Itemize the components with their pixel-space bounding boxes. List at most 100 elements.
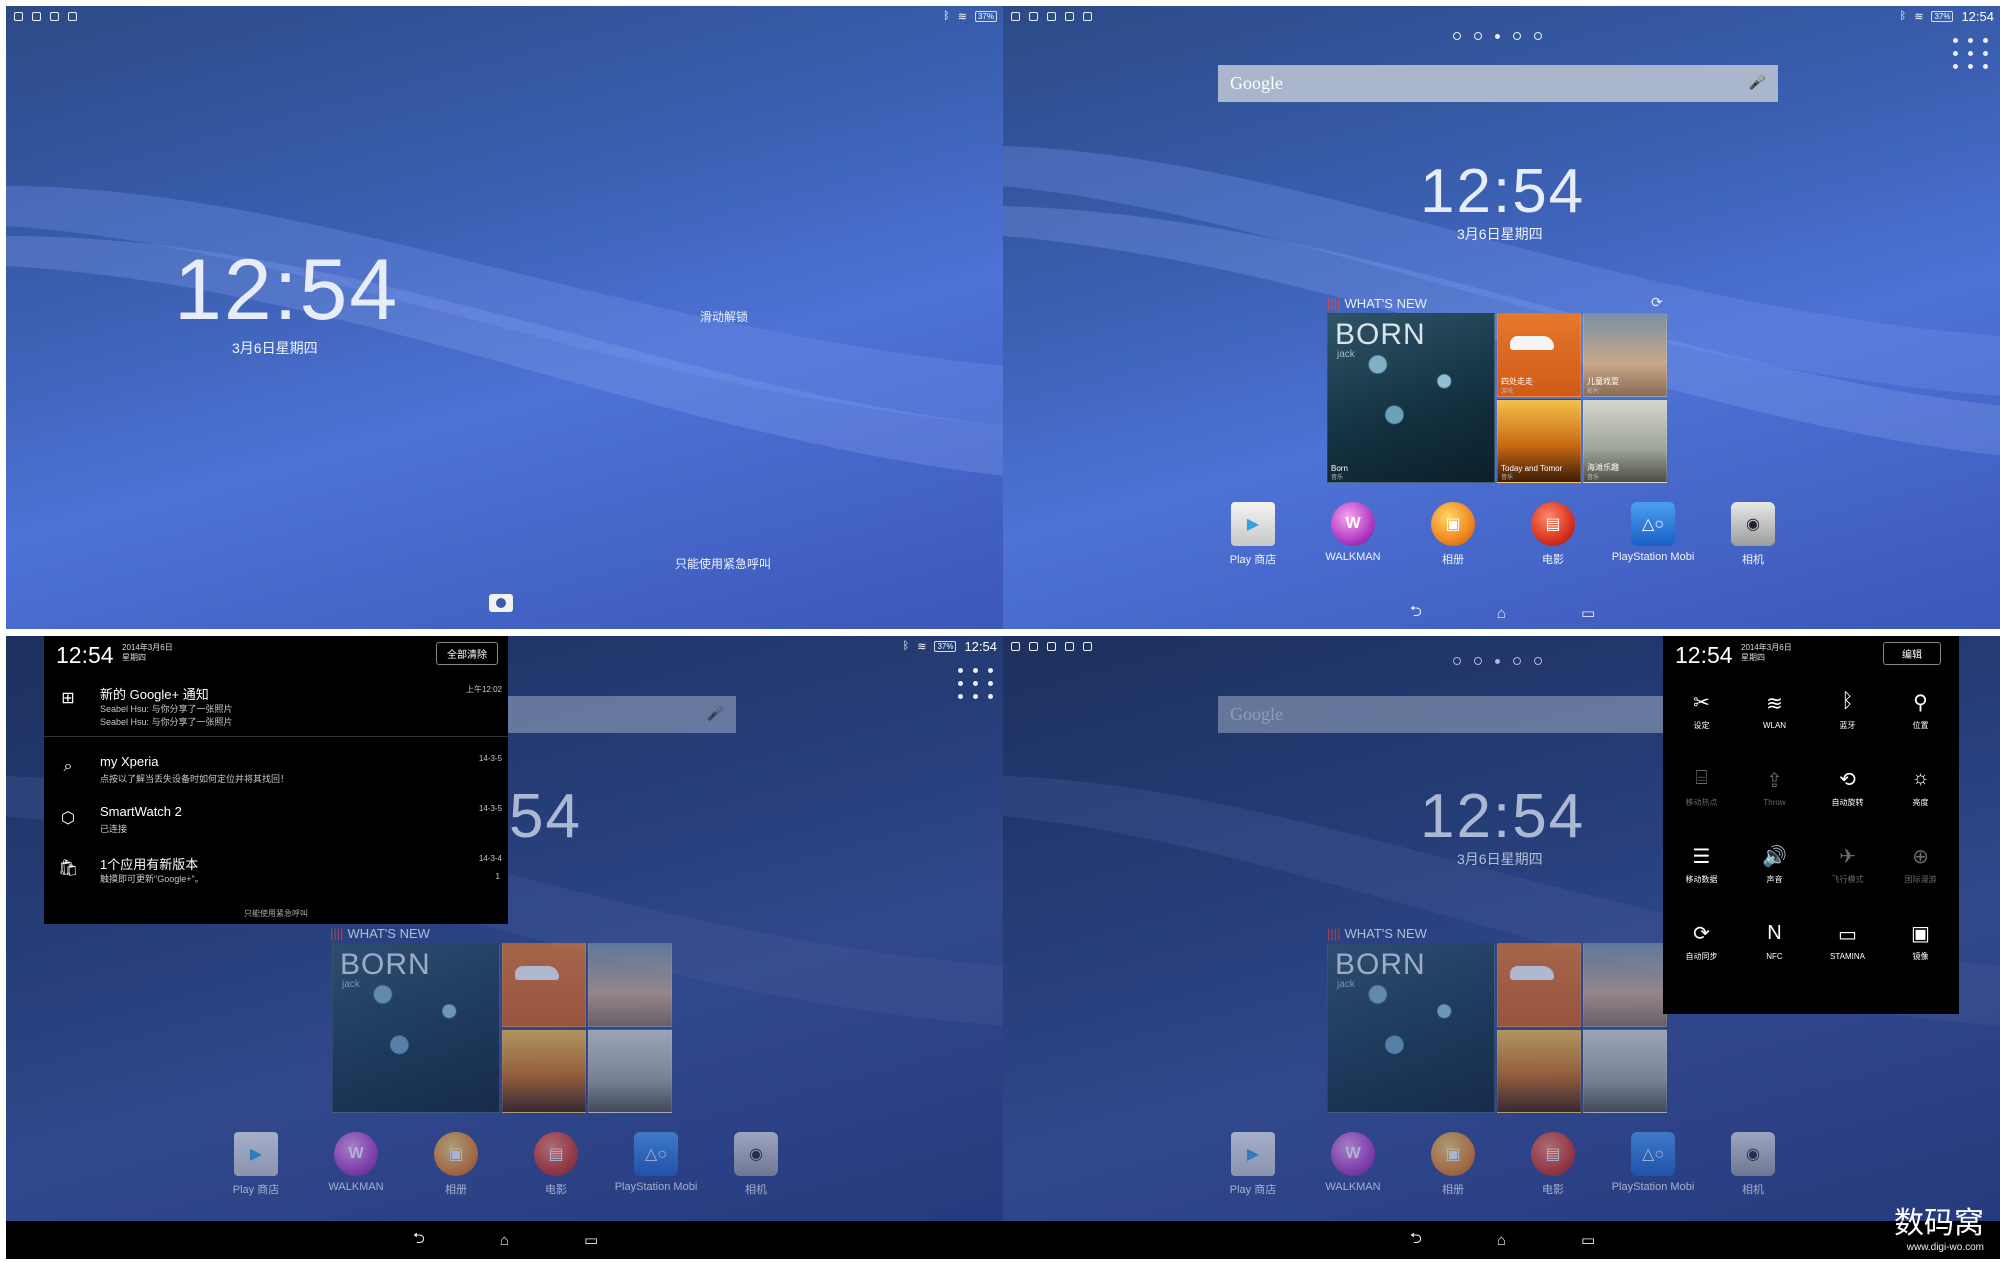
app-album[interactable]: ▣ 相册 (1403, 502, 1503, 567)
app-play-store[interactable]: ▶ Play 商店 (206, 1132, 306, 1197)
back-icon[interactable]: ⮌ (1410, 1228, 1422, 1253)
my-xperia-icon: ⌕ (63, 758, 73, 775)
app-walkman[interactable]: W WALKMAN (306, 1132, 406, 1197)
app-movies[interactable]: ▤ 电影 (1503, 1132, 1603, 1197)
toggle-bluetooth[interactable]: ᛒ 蓝牙 (1811, 672, 1884, 749)
toggle-nfc[interactable]: N NFC (1738, 903, 1811, 980)
app-walkman[interactable]: W WALKMAN (1303, 502, 1403, 567)
tile-born[interactable]: BORN jack Born 音乐 (1327, 313, 1495, 483)
google-search-bar[interactable]: Google (1218, 696, 1668, 733)
home-icon[interactable]: ⌂ (1497, 605, 1506, 622)
app-drawer-button[interactable] (958, 668, 995, 699)
notification-item[interactable]: ⊞ 新的 Google+ 通知 Seabel Hsu: 与你分享了一张照片 Se… (44, 678, 508, 732)
toggle-mobile-data[interactable]: ☰ 移动数据 (1665, 826, 1738, 903)
throw-icon: ⇪ (1766, 770, 1783, 792)
whats-new-widget[interactable]: BORN jack (1327, 943, 1669, 1113)
tile-beach[interactable]: 海滩乐趣 音乐 (1583, 399, 1667, 483)
whats-new-widget[interactable]: BORN jack (332, 943, 674, 1113)
mic-icon[interactable]: 🎤 (707, 706, 724, 723)
notification-item[interactable]: 🛍 1个应用有新版本 触摸即可更新"Google+"。 14-3-4 1 (44, 848, 508, 896)
app-album[interactable]: ▣ 相册 (406, 1132, 506, 1197)
toggle-stamina[interactable]: ▭ STAMINA (1811, 903, 1884, 980)
walkman-icon: W (1331, 502, 1375, 546)
toggle-roaming[interactable]: ⊕ 国际漫游 (1884, 826, 1957, 903)
tile-today[interactable] (1497, 1029, 1581, 1113)
app-camera[interactable]: ◉ 相机 (706, 1132, 806, 1197)
app-playstation[interactable]: △○ PlayStation Mobi (1603, 502, 1703, 567)
app-dock: ▶ Play 商店 W WALKMAN ▣ 相册 ▤ 电影 △○ PlayStation … (1203, 1132, 1803, 1197)
app-playstation[interactable]: △○ PlayStation Mobi (606, 1132, 706, 1197)
toggle-sound[interactable]: 🔊 声音 (1738, 826, 1811, 903)
app-album[interactable]: ▣ 相册 (1403, 1132, 1503, 1197)
store-update-icon: 🛍 (58, 860, 79, 877)
tile-born[interactable]: BORN jack (332, 943, 500, 1113)
app-drawer-button[interactable] (1953, 38, 1990, 69)
whats-new-header: |||| WHAT'S NEW (330, 926, 430, 941)
notification-item[interactable]: ⌕ my Xperia 点按以了解当丢失设备时如何定位并将其找回！ 14-3-5 (44, 748, 508, 796)
clear-all-button[interactable]: 全部清除 (436, 642, 498, 665)
back-icon[interactable]: ⮌ (413, 1228, 425, 1253)
edit-button[interactable]: 编辑 (1883, 642, 1941, 665)
tile-kids[interactable] (1583, 943, 1667, 1027)
wifi-icon: ≋ (917, 640, 927, 653)
toggle-airplane[interactable]: ✈ 飞行模式 (1811, 826, 1884, 903)
whats-new-widget[interactable]: BORN jack Born 音乐 四处走走 游戏 儿童戏耍 影片 Today and … (1327, 313, 1669, 483)
notification-item[interactable]: ⬡ SmartWatch 2 已连接 14-3-5 (44, 798, 508, 846)
app-walkman[interactable]: W WALKMAN (1303, 1132, 1403, 1197)
home-clock: 12:54 (1420, 157, 1586, 226)
refresh-icon[interactable]: ⟳ (1651, 294, 1663, 311)
recents-icon[interactable]: ▭ (1581, 1231, 1595, 1249)
roaming-icon: ⊕ (1912, 846, 1929, 868)
tile-walk[interactable]: 四处走走 游戏 (1497, 313, 1581, 397)
toggle-brightness[interactable]: ☼ 亮度 (1884, 749, 1957, 826)
tile-beach[interactable] (1583, 1029, 1667, 1113)
toggle-settings[interactable]: ✂ 设定 (1665, 672, 1738, 749)
google-search-bar[interactable]: Google 🎤 (1218, 65, 1778, 102)
rotate-icon: ⟲ (1839, 769, 1856, 791)
app-play-store[interactable]: ▶ Play 商店 (1203, 502, 1303, 567)
lock-screen: ᛒ ≋ 37% 12:54 3月6日星期四 滑动解锁 只能使用紧急呼叫 (6, 6, 1005, 629)
recents-icon[interactable]: ▭ (584, 1231, 598, 1249)
toggle-mirror[interactable]: ▣ 镜像 (1884, 903, 1957, 980)
toggle-rotate[interactable]: ⟲ 自动旋转 (1811, 749, 1884, 826)
tile-kids[interactable] (588, 943, 672, 1027)
tile-kids[interactable]: 儿童戏耍 影片 (1583, 313, 1667, 397)
toggle-sync[interactable]: ⟳ 自动同步 (1665, 903, 1738, 980)
album-icon: ▣ (1431, 1132, 1475, 1176)
toggle-wlan[interactable]: ≋ WLAN (1738, 672, 1811, 749)
app-play-store[interactable]: ▶ Play 商店 (1203, 1132, 1303, 1197)
toggle-throw[interactable]: ⇪ Throw (1738, 749, 1811, 826)
playstation-icon: △○ (634, 1132, 678, 1176)
toggle-hotspot[interactable]: ⌸ 移动热点 (1665, 749, 1738, 826)
app-movies[interactable]: ▤ 电影 (1503, 502, 1603, 567)
app-playstation[interactable]: △○ PlayStation Mobi (1603, 1132, 1703, 1197)
emergency-call-link[interactable]: 只能使用紧急呼叫 (675, 555, 771, 572)
bluetooth-icon: ᛒ (1899, 10, 1907, 22)
tile-walk[interactable] (502, 943, 586, 1027)
play-store-icon: ▶ (1231, 502, 1275, 546)
wallpaper-wave (6, 186, 1005, 476)
shade-time: 12:54 (1675, 642, 1733, 668)
wifi-icon: ≋ (957, 10, 967, 23)
tile-born[interactable]: BORN jack (1327, 943, 1495, 1113)
tile-today[interactable]: Today and Tomor 音乐 (1497, 399, 1581, 483)
movies-icon: ▤ (534, 1132, 578, 1176)
mic-icon[interactable]: 🎤 (1749, 75, 1766, 92)
app-movies[interactable]: ▤ 电影 (506, 1132, 606, 1197)
nav-bar: ⮌ ⌂ ▭ (6, 1221, 1005, 1259)
toggle-location[interactable]: ⚲ 位置 (1884, 672, 1957, 749)
camera-shortcut-icon[interactable] (489, 594, 513, 612)
home-icon[interactable]: ⌂ (500, 1232, 509, 1249)
lock-clock: 12:54 (174, 242, 400, 338)
tile-today[interactable] (502, 1029, 586, 1113)
home-icon[interactable]: ⌂ (1497, 1232, 1506, 1249)
tile-beach[interactable] (588, 1029, 672, 1113)
app-camera[interactable]: ◉ 相机 (1703, 502, 1803, 567)
swipe-unlock-hint[interactable]: 滑动解锁 (700, 308, 748, 325)
emergency-call-link[interactable]: 只能使用紧急呼叫 (44, 908, 508, 919)
app-camera[interactable]: ◉ 相机 (1703, 1132, 1803, 1197)
whats-new-header: |||| WHAT'S NEW (1327, 926, 1427, 941)
recents-icon[interactable]: ▭ (1581, 604, 1595, 622)
tile-walk[interactable] (1497, 943, 1581, 1027)
back-icon[interactable]: ⮌ (1410, 601, 1422, 626)
